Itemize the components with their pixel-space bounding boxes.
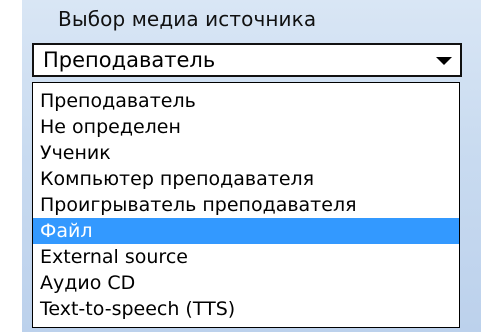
dropdown-option[interactable]: Проигрыватель преподавателя [33, 192, 459, 218]
dropdown-option[interactable]: Text-to-speech (TTS) [33, 296, 459, 322]
chevron-down-icon[interactable] [436, 57, 452, 65]
panel-title: Выбор медиа источника [58, 7, 317, 31]
dropdown-option[interactable]: Не определен [33, 114, 459, 140]
dropdown-option[interactable]: External source [33, 244, 459, 270]
dropdown-option[interactable]: Аудио CD [33, 270, 459, 296]
media-source-combobox[interactable]: Преподаватель [32, 43, 462, 77]
combobox-selected-value: Преподаватель [43, 48, 216, 72]
dropdown-option[interactable]: Компьютер преподавателя [33, 166, 459, 192]
dropdown-option[interactable]: Ученик [33, 140, 459, 166]
media-source-panel: Выбор медиа источника Преподаватель Преп… [22, 0, 481, 332]
dropdown-option-selected[interactable]: Файл [33, 218, 459, 244]
dropdown-option[interactable]: Преподаватель [33, 88, 459, 114]
media-source-dropdown-list: Преподаватель Не определен Ученик Компью… [32, 82, 460, 328]
